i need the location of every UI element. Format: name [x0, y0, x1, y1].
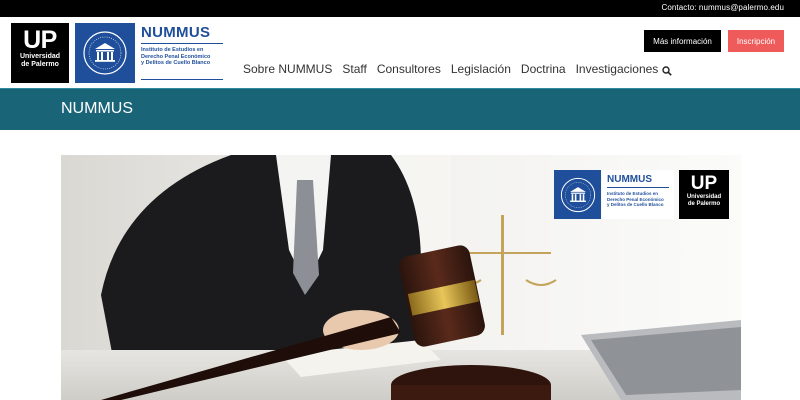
hero-up-mark: UP [690, 173, 718, 194]
main-nav: Sobre NUMMUS Staff Consultores Legislaci… [243, 62, 658, 76]
universidad-de-palermo-logo[interactable]: UP Universidad de Palermo [11, 23, 69, 83]
nav-doctrina[interactable]: Doctrina [521, 62, 566, 76]
search-icon[interactable] [662, 63, 672, 76]
nav-staff[interactable]: Staff [342, 62, 366, 76]
columned-building-seal-icon [554, 170, 601, 219]
hero-badge-divider [607, 187, 669, 188]
hero-image: NUMMUS Instituto de Estudios en Derecho … [61, 155, 741, 400]
nummus-subtitle-line3: y Delitos de Cuello Blanco [141, 60, 211, 66]
hero-up-logo: UP Universidad de Palermo [679, 170, 729, 219]
hero-logo-badge: NUMMUS Instituto de Estudios en Derecho … [554, 170, 729, 219]
nav-investigaciones[interactable]: Investigaciones [576, 62, 659, 76]
nummus-logo-subtitle: Instituto de Estudios en Derecho Penal E… [141, 47, 225, 67]
up-logo-line1: Universidad [19, 53, 61, 60]
page-title: NUMMUS [61, 100, 133, 117]
page-title-band: NUMMUS [0, 88, 800, 130]
inscripcion-button[interactable]: Inscripción [728, 30, 784, 52]
hero-badge-subtitle: Instituto de Estudios en Derecho Penal E… [607, 191, 673, 208]
site-header: UP Universidad de Palermo NUMMUS Institu… [0, 17, 800, 88]
hero-up-line1: Universidad [686, 194, 722, 200]
columned-building-seal-icon [75, 23, 135, 83]
hero-badge-text: NUMMUS Instituto de Estudios en Derecho … [602, 170, 674, 219]
hero-badge-sub3: y Delitos de Cuello Blanco [607, 202, 664, 207]
hero-badge-title: NUMMUS [607, 174, 652, 185]
up-logo-line2: de Palermo [21, 61, 59, 68]
hero-up-line2: de Palermo [687, 201, 721, 207]
nav-consultores[interactable]: Consultores [377, 62, 441, 76]
top-contact-bar: Contacto: nummus@palermo.edu [0, 0, 800, 17]
nav-legislacion[interactable]: Legislación [451, 62, 511, 76]
logo-divider [141, 43, 223, 44]
logo-divider-bottom [141, 79, 223, 80]
nummus-logo[interactable]: NUMMUS Instituto de Estudios en Derecho … [75, 23, 223, 83]
up-logo-mark: UP [23, 26, 57, 54]
nav-sobre-nummus[interactable]: Sobre NUMMUS [243, 62, 332, 76]
mas-informacion-button[interactable]: Más información [644, 30, 721, 52]
contact-email-link[interactable]: Contacto: nummus@palermo.edu [661, 3, 784, 12]
nummus-logo-title: NUMMUS [141, 24, 211, 41]
